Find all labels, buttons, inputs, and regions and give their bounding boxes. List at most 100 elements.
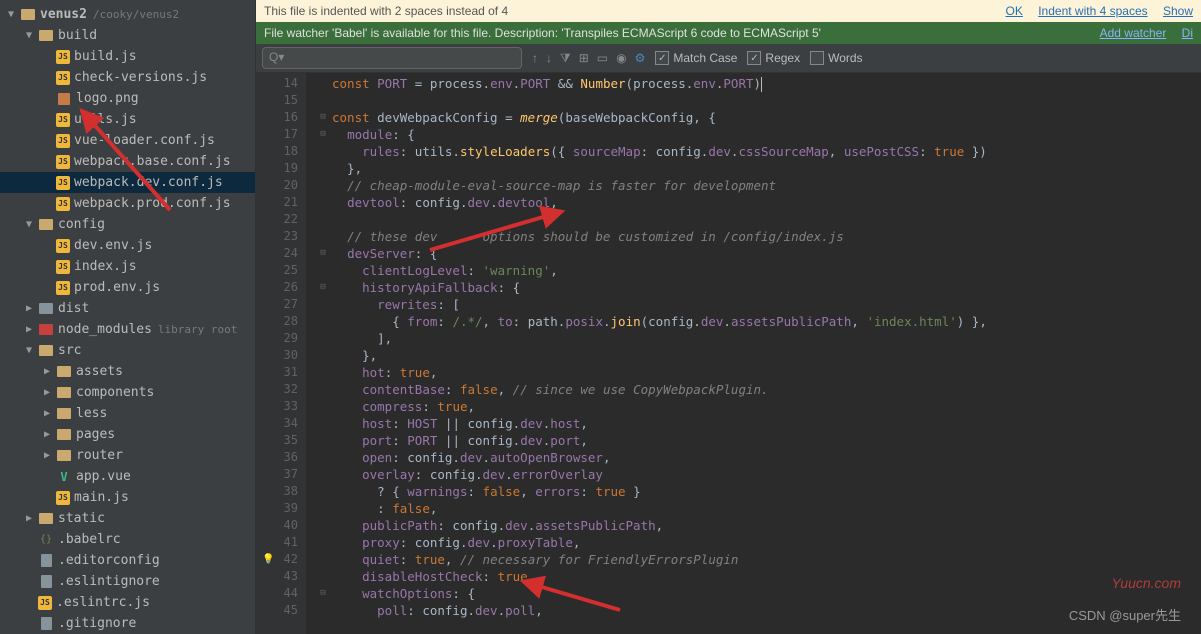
chevron-down-icon[interactable]: ▼	[8, 9, 20, 20]
tree-item[interactable]: ▶node_moduleslibrary root	[0, 319, 255, 340]
tree-label: build	[58, 28, 97, 43]
tree-item[interactable]: prod.env.js	[0, 277, 255, 298]
tree-item[interactable]: webpack.base.conf.js	[0, 151, 255, 172]
tree-label: prod.env.js	[74, 280, 160, 295]
tree-item[interactable]: logo.png	[0, 88, 255, 109]
file-icon	[38, 616, 54, 632]
chevron-right-icon[interactable]: ▶	[44, 429, 56, 440]
tree-item[interactable]: ▶ dist	[0, 298, 255, 319]
folder-icon	[56, 427, 72, 443]
tree-item[interactable]: ▶ pages	[0, 424, 255, 445]
add-selection-icon[interactable]: ⊞	[579, 51, 589, 66]
tree-item[interactable]: .gitignore	[0, 613, 255, 634]
watermark-csdn: CSDN @super先生	[1069, 605, 1181, 624]
chevron-right-icon[interactable]: ▶	[26, 303, 38, 314]
tree-label: main.js	[74, 490, 129, 505]
tree-label: webpack.base.conf.js	[74, 154, 231, 169]
match-case-checkbox[interactable]: ✓Match Case	[655, 51, 737, 65]
editor-main: This file is indented with 2 spaces inst…	[256, 0, 1201, 634]
folder-red-icon	[38, 322, 54, 338]
search-icon: Q▾	[269, 50, 284, 64]
tree-label: logo.png	[76, 91, 139, 106]
project-tree[interactable]: ▼ venus2 /cooky/venus2 ▼ build build.js che…	[0, 0, 256, 634]
json-icon	[38, 532, 54, 548]
tree-item[interactable]: ▶ less	[0, 403, 255, 424]
tree-label: pages	[76, 427, 115, 442]
root-label: venus2	[40, 7, 87, 22]
chevron-down-icon[interactable]: ▼	[26, 219, 38, 230]
js-icon	[56, 239, 70, 253]
tree-item[interactable]: ▼ build	[0, 25, 255, 46]
tree-item[interactable]: .eslintignore	[0, 571, 255, 592]
js-icon	[56, 113, 70, 127]
chevron-right-icon[interactable]: ▶	[44, 450, 56, 461]
tree-item[interactable]: .editorconfig	[0, 550, 255, 571]
banner-show-link[interactable]: Show	[1163, 4, 1193, 18]
chevron-right-icon[interactable]: ▶	[44, 387, 56, 398]
tree-item[interactable]: .eslintrc.js	[0, 592, 255, 613]
banner-di-link[interactable]: Di	[1182, 26, 1193, 40]
tree-item[interactable]: ▼src	[0, 340, 255, 361]
tree-item[interactable]: dev.env.js	[0, 235, 255, 256]
add-watcher-link[interactable]: Add watcher	[1100, 26, 1167, 40]
file-icon	[38, 553, 54, 569]
line-number-gutter: 1415161718192021222324252627282930313233…	[256, 73, 306, 634]
find-input[interactable]: Q▾	[262, 47, 522, 69]
words-checkbox[interactable]: Words	[810, 51, 862, 65]
js-icon	[38, 596, 52, 610]
pin-icon[interactable]: ◉	[616, 51, 626, 66]
js-icon	[56, 71, 70, 85]
folder-icon	[56, 406, 72, 422]
tree-item[interactable]: ▶ assets	[0, 361, 255, 382]
find-nav-icons: ↑ ↓ ⧩ ⊞ ▭ ◉ ⚙	[532, 51, 645, 66]
tree-item[interactable]: app.vue	[0, 466, 255, 487]
tree-item[interactable]: index.js	[0, 256, 255, 277]
tree-label: dist	[58, 301, 89, 316]
chevron-right-icon[interactable]: ▶	[44, 408, 56, 419]
banner-indent-link[interactable]: Indent with 4 spaces	[1038, 4, 1147, 18]
folder-icon	[38, 28, 54, 44]
next-match-icon[interactable]: ↓	[546, 51, 552, 66]
tree-item[interactable]: build.js	[0, 46, 255, 67]
tree-item[interactable]: utils.js	[0, 109, 255, 130]
png-icon	[56, 91, 72, 107]
js-icon	[56, 176, 70, 190]
tree-label: assets	[76, 364, 123, 379]
tree-item[interactable]: .babelrc	[0, 529, 255, 550]
js-icon	[56, 50, 70, 64]
code-editor[interactable]: 1415161718192021222324252627282930313233…	[256, 73, 1201, 634]
tree-item[interactable]: ▶router	[0, 445, 255, 466]
settings-icon[interactable]: ⚙	[635, 51, 646, 66]
tree-label: app.vue	[76, 469, 131, 484]
tree-item[interactable]: check-versions.js	[0, 67, 255, 88]
tree-label: .eslintrc.js	[56, 595, 150, 610]
banner-ok-link[interactable]: OK	[1006, 4, 1023, 18]
folder-icon	[38, 217, 54, 233]
tree-item[interactable]: vue-loader.conf.js	[0, 130, 255, 151]
tree-item[interactable]: ▼config	[0, 214, 255, 235]
tree-item[interactable]: main.js	[0, 487, 255, 508]
tree-item[interactable]: ▶static	[0, 508, 255, 529]
tree-label: components	[76, 385, 154, 400]
chevron-right-icon[interactable]: ▶	[26, 513, 38, 524]
tree-item[interactable]: webpack.prod.conf.js	[0, 193, 255, 214]
js-icon	[56, 134, 70, 148]
chevron-down-icon[interactable]: ▼	[26, 345, 38, 356]
tree-item[interactable]: webpack.dev.conf.js	[0, 172, 255, 193]
js-icon	[56, 155, 70, 169]
select-all-icon[interactable]: ▭	[597, 51, 608, 66]
chevron-right-icon[interactable]: ▶	[44, 366, 56, 377]
filter-icon[interactable]: ⧩	[560, 51, 571, 66]
chevron-right-icon[interactable]: ▶	[26, 324, 38, 335]
watcher-banner: File watcher 'Babel' is available for th…	[256, 22, 1201, 44]
tree-label: less	[76, 406, 107, 421]
tree-label: build.js	[74, 49, 137, 64]
prev-match-icon[interactable]: ↑	[532, 51, 538, 66]
js-icon	[56, 260, 70, 274]
tree-item[interactable]: ▶ components	[0, 382, 255, 403]
regex-checkbox[interactable]: ✓Regex	[747, 51, 800, 65]
tree-root[interactable]: ▼ venus2 /cooky/venus2	[0, 4, 255, 25]
chevron-down-icon[interactable]: ▼	[26, 30, 38, 41]
tree-label: webpack.dev.conf.js	[74, 175, 223, 190]
code-area[interactable]: const PORT = process.env.PORT && Number(…	[306, 73, 1201, 634]
